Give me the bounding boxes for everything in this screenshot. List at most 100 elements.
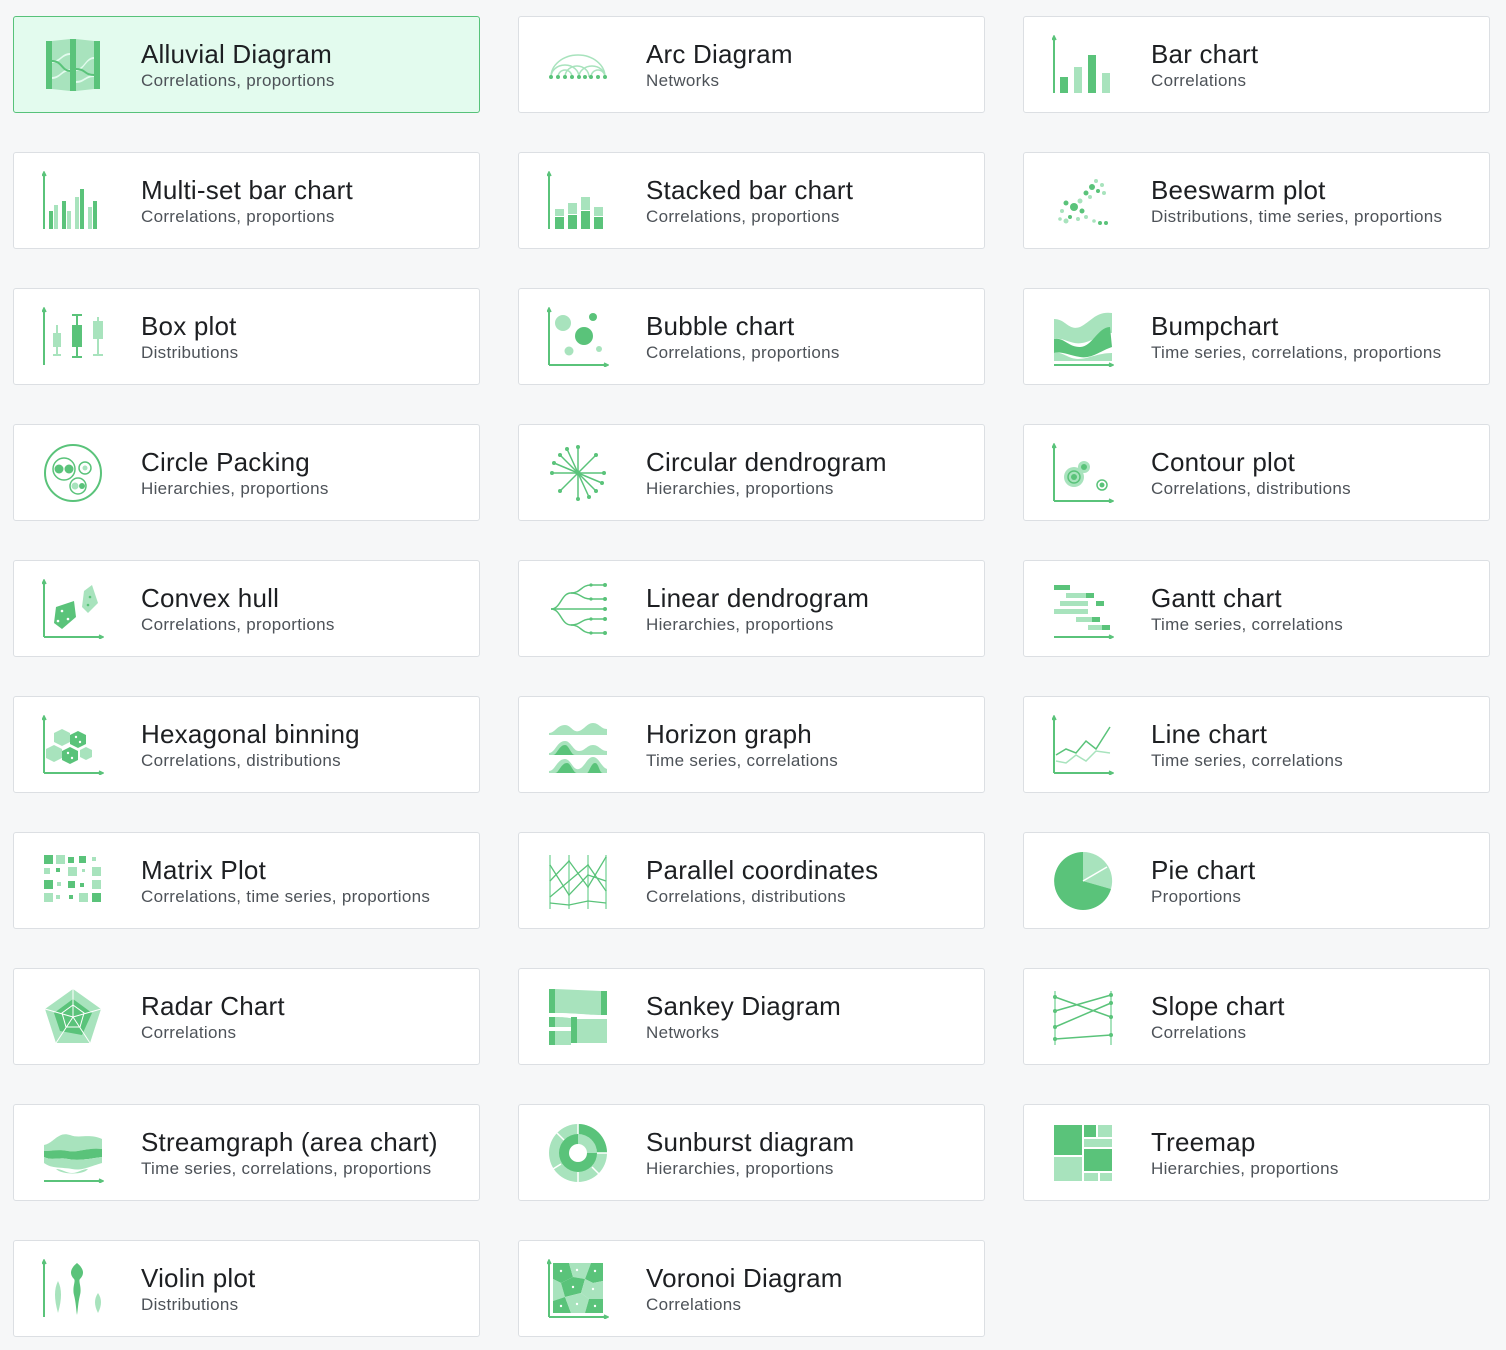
card-subtitle: Hierarchies, proportions [1151, 1159, 1339, 1178]
card-subtitle: Hierarchies, proportions [141, 479, 329, 498]
matrix-plot-icon [42, 851, 104, 911]
card-subtitle: Correlations, proportions [646, 343, 840, 362]
card-title: Matrix Plot [141, 855, 267, 885]
pie-chart-icon [1052, 851, 1114, 911]
chart-card-violin-plot[interactable]: Violin plot Distributions [13, 1240, 480, 1337]
card-subtitle: Correlations [646, 1295, 742, 1314]
card-title: Streamgraph (area chart) [141, 1127, 438, 1157]
card-subtitle: Correlations, distributions [1151, 479, 1351, 498]
card-title: Sankey Diagram [646, 991, 841, 1021]
chart-card-matrix-plot[interactable]: Matrix Plot Correlations, time series, p… [13, 832, 480, 929]
line-chart-icon [1052, 715, 1114, 775]
card-title: Violin plot [141, 1263, 256, 1293]
sunburst-diagram-icon [547, 1123, 609, 1183]
card-title: Bubble chart [646, 311, 795, 341]
circular-dendrogram-icon [547, 443, 609, 503]
chart-card-contour-plot[interactable]: Contour plot Correlations, distributions [1023, 424, 1490, 521]
chart-card-alluvial[interactable]: Alluvial Diagram Correlations, proportio… [13, 16, 480, 113]
chart-card-box-plot[interactable]: Box plot Distributions [13, 288, 480, 385]
card-subtitle: Hierarchies, proportions [646, 615, 834, 634]
card-title: Contour plot [1151, 447, 1296, 477]
chart-card-arc-diagram[interactable]: Arc Diagram Networks [518, 16, 985, 113]
card-title: Circular dendrogram [646, 447, 887, 477]
card-subtitle: Networks [646, 1023, 720, 1042]
chart-card-gantt-chart[interactable]: Gantt chart Time series, correlations [1023, 560, 1490, 657]
voronoi-diagram-icon [547, 1259, 609, 1319]
card-title: Voronoi Diagram [646, 1263, 843, 1293]
card-subtitle: Correlations, proportions [141, 71, 335, 90]
box-plot-icon [42, 307, 104, 367]
card-subtitle: Proportions [1151, 887, 1242, 906]
card-subtitle: Correlations, time series, proportions [141, 887, 431, 906]
card-title: Circle Packing [141, 447, 310, 477]
chart-card-bumpchart[interactable]: Bumpchart Time series, correlations, pro… [1023, 288, 1490, 385]
card-subtitle: Correlations, proportions [646, 207, 840, 226]
card-subtitle: Correlations, distributions [646, 887, 846, 906]
card-title: Alluvial Diagram [141, 39, 333, 69]
chart-card-line-chart[interactable]: Line chart Time series, correlations [1023, 696, 1490, 793]
card-subtitle: Correlations, proportions [141, 615, 335, 634]
card-subtitle: Hierarchies, proportions [646, 479, 834, 498]
chart-card-multi-set-bar-chart[interactable]: Multi-set bar chart Correlations, propor… [13, 152, 480, 249]
card-title: Horizon graph [646, 719, 812, 749]
sankey-diagram-icon [547, 987, 609, 1047]
chart-card-horizon-graph[interactable]: Horizon graph Time series, correlations [518, 696, 985, 793]
card-title: Linear dendrogram [646, 583, 870, 613]
chart-card-voronoi-diagram[interactable]: Voronoi Diagram Correlations [518, 1240, 985, 1337]
card-subtitle: Time series, correlations [1151, 751, 1344, 770]
hexagonal-binning-icon [42, 715, 104, 775]
treemap-icon [1052, 1123, 1114, 1183]
card-title: Hexagonal binning [141, 719, 360, 749]
parallel-coordinates-icon [547, 851, 609, 911]
card-subtitle: Networks [646, 71, 720, 90]
chart-card-streamgraph[interactable]: Streamgraph (area chart) Time series, co… [13, 1104, 480, 1201]
contour-plot-icon [1052, 443, 1114, 503]
card-title: Arc Diagram [646, 39, 793, 69]
card-title: Gantt chart [1151, 583, 1282, 613]
chart-card-pie-chart[interactable]: Pie chart Proportions [1023, 832, 1490, 929]
card-subtitle: Correlations [1151, 1023, 1247, 1042]
violin-plot-icon [42, 1259, 104, 1319]
chart-card-bubble-chart[interactable]: Bubble chart Correlations, proportions [518, 288, 985, 385]
chart-card-convex-hull[interactable]: Convex hull Correlations, proportions [13, 560, 480, 657]
chart-card-linear-dendrogram[interactable]: Linear dendrogram Hierarchies, proportio… [518, 560, 985, 657]
card-title: Bar chart [1151, 39, 1259, 69]
card-title: Sunburst diagram [646, 1127, 855, 1157]
convex-hull-icon [42, 579, 104, 639]
chart-card-treemap[interactable]: Treemap Hierarchies, proportions [1023, 1104, 1490, 1201]
card-subtitle: Distributions, time series, proportions [1151, 207, 1443, 226]
card-title: Pie chart [1151, 855, 1256, 885]
chart-card-radar-chart[interactable]: Radar Chart Correlations [13, 968, 480, 1065]
circle-packing-icon [42, 443, 104, 503]
card-subtitle: Distributions [141, 343, 239, 362]
streamgraph-icon [42, 1123, 104, 1183]
card-subtitle: Time series, correlations [1151, 615, 1344, 634]
card-subtitle: Hierarchies, proportions [646, 1159, 834, 1178]
horizon-graph-icon [547, 715, 609, 775]
bubble-chart-icon [547, 307, 609, 367]
gantt-chart-icon [1052, 579, 1114, 639]
bar-chart-icon [1052, 35, 1114, 95]
chart-card-sunburst-diagram[interactable]: Sunburst diagram Hierarchies, proportion… [518, 1104, 985, 1201]
arc-diagram-icon [547, 35, 609, 95]
stacked-bar-chart-icon [547, 171, 609, 231]
chart-card-beeswarm-plot[interactable]: Beeswarm plot Distributions, time series… [1023, 152, 1490, 249]
card-subtitle: Time series, correlations [646, 751, 839, 770]
chart-card-circle-packing[interactable]: Circle Packing Hierarchies, proportions [13, 424, 480, 521]
chart-card-bar-chart[interactable]: Bar chart Correlations [1023, 16, 1490, 113]
chart-type-grid: Alluvial Diagram Correlations, proportio… [13, 16, 1490, 1337]
card-title: Slope chart [1151, 991, 1285, 1021]
card-title: Box plot [141, 311, 237, 341]
chart-card-circular-dendrogram[interactable]: Circular dendrogram Hierarchies, proport… [518, 424, 985, 521]
card-title: Stacked bar chart [646, 175, 854, 205]
bumpchart-icon [1052, 307, 1114, 367]
card-subtitle: Correlations [1151, 71, 1247, 90]
chart-card-hexagonal-binning[interactable]: Hexagonal binning Correlations, distribu… [13, 696, 480, 793]
card-title: Convex hull [141, 583, 280, 613]
multi-set-bar-chart-icon [42, 171, 104, 231]
chart-card-sankey-diagram[interactable]: Sankey Diagram Networks [518, 968, 985, 1065]
chart-card-slope-chart[interactable]: Slope chart Correlations [1023, 968, 1490, 1065]
linear-dendrogram-icon [547, 579, 609, 639]
chart-card-parallel-coordinates[interactable]: Parallel coordinates Correlations, distr… [518, 832, 985, 929]
chart-card-stacked-bar-chart[interactable]: Stacked bar chart Correlations, proporti… [518, 152, 985, 249]
